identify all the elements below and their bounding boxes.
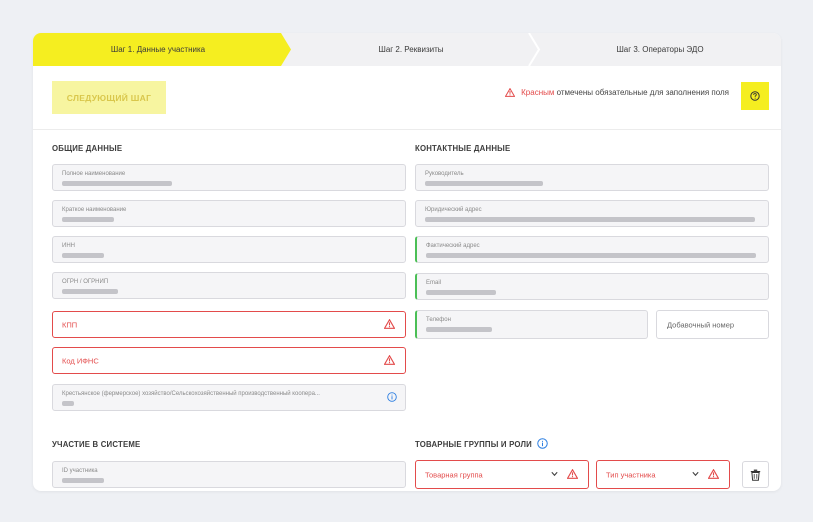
email-value	[426, 290, 496, 295]
participant-id-field[interactable]: ID участника	[52, 461, 406, 488]
product-group-select[interactable]: Товарная группа	[415, 460, 589, 489]
warning-icon	[383, 352, 396, 370]
step-2-requisites[interactable]: Шаг 2. Реквизиты	[291, 33, 531, 66]
info-icon[interactable]	[387, 389, 397, 407]
next-step-button[interactable]: СЛЕДУЮЩИЙ ШАГ	[52, 81, 166, 114]
legal-address-value	[425, 217, 755, 222]
ogrn-label: ОГРН / ОГРНИП	[62, 279, 109, 285]
participant-type-select[interactable]: Тип участника	[596, 460, 730, 489]
email-field[interactable]: Email	[415, 273, 769, 300]
farm-type-value	[62, 401, 74, 406]
actual-address-field[interactable]: Фактический адрес	[415, 236, 769, 263]
trash-icon	[750, 469, 761, 481]
hint-red-word: Красным	[521, 88, 555, 97]
short-name-value	[62, 217, 114, 222]
phone-label: Телефон	[426, 317, 451, 323]
participant-type-placeholder: Тип участника	[606, 470, 656, 479]
extension-field[interactable]: Добавочный номер	[656, 310, 769, 339]
legal-address-label: Юридический адрес	[425, 207, 482, 213]
warning-icon	[505, 88, 516, 97]
contacts-title: КОНТАКТНЫЕ ДАННЫЕ	[415, 144, 511, 153]
actual-address-label: Фактический адрес	[426, 243, 480, 249]
chevron-down-icon	[692, 471, 699, 478]
ogrn-value	[62, 289, 118, 294]
actual-address-value	[426, 253, 756, 258]
participant-id-label: ID участника	[62, 468, 98, 474]
farm-type-label: Крестьянское (фермерское) хозяйство/Сель…	[62, 391, 320, 397]
chevron-down-icon	[551, 471, 558, 478]
required-fields-hint: Красным отмечены обязательные для заполн…	[505, 88, 729, 97]
email-label: Email	[426, 280, 442, 286]
product-group-placeholder: Товарная группа	[425, 470, 483, 479]
kpp-placeholder: КПП	[62, 320, 78, 329]
question-icon	[750, 91, 760, 101]
full-name-field[interactable]: Полное наименование	[52, 164, 406, 191]
short-name-label: Краткое наименование	[62, 207, 127, 213]
short-name-field[interactable]: Краткое наименование	[52, 200, 406, 227]
participation-title: УЧАСТИЕ В СИСТЕМЕ	[52, 440, 141, 449]
delete-button[interactable]	[742, 461, 769, 488]
ifns-code-field[interactable]: Код ИФНС	[52, 347, 406, 374]
phone-value	[426, 327, 492, 332]
inn-label: ИНН	[62, 243, 75, 249]
stepper: Шаг 1. Данные участника Шаг 2. Реквизиты…	[33, 33, 781, 66]
inn-field[interactable]: ИНН	[52, 236, 406, 263]
inn-value	[62, 253, 104, 258]
step-1-participant-data[interactable]: Шаг 1. Данные участника	[33, 33, 283, 66]
full-name-value	[62, 181, 172, 186]
head-value	[425, 181, 543, 186]
step-3-edo-operators[interactable]: Шаг 3. Операторы ЭДО	[539, 33, 781, 66]
phone-field[interactable]: Телефон	[415, 310, 648, 339]
product-groups-title-text: ТОВАРНЫЕ ГРУППЫ И РОЛИ	[415, 440, 532, 449]
ogrn-field[interactable]: ОГРН / ОГРНИП	[52, 272, 406, 299]
info-icon[interactable]	[537, 438, 548, 451]
header-divider	[33, 129, 781, 130]
head-label: Руководитель	[425, 171, 464, 177]
product-groups-title: ТОВАРНЫЕ ГРУППЫ И РОЛИ	[415, 438, 548, 451]
extension-placeholder: Добавочный номер	[667, 320, 735, 329]
kpp-field[interactable]: КПП	[52, 311, 406, 338]
warning-icon	[383, 316, 396, 334]
help-button[interactable]	[741, 82, 769, 110]
general-data-title: ОБЩИЕ ДАННЫЕ	[52, 144, 123, 153]
farm-type-field[interactable]: Крестьянское (фермерское) хозяйство/Сель…	[52, 384, 406, 411]
full-name-label: Полное наименование	[62, 171, 126, 177]
participant-id-value	[62, 478, 104, 483]
warning-icon	[566, 466, 579, 484]
warning-icon	[707, 466, 720, 484]
registration-card: Шаг 1. Данные участника Шаг 2. Реквизиты…	[33, 33, 781, 491]
legal-address-field[interactable]: Юридический адрес	[415, 200, 769, 227]
ifns-placeholder: Код ИФНС	[62, 356, 99, 365]
hint-text: отмечены обязательные для заполнения пол…	[556, 88, 729, 97]
head-field[interactable]: Руководитель	[415, 164, 769, 191]
